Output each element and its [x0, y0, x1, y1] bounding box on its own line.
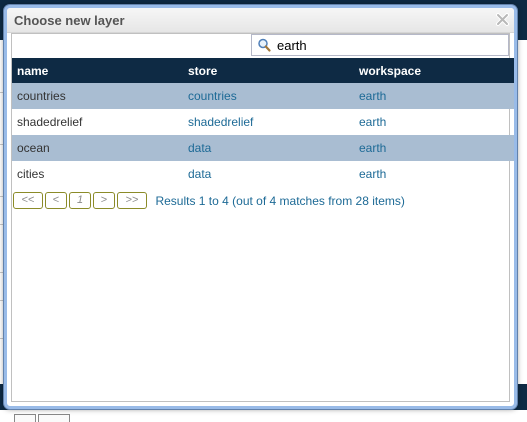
results-summary: Results 1 to 4 (out of 4 matches from 28… — [155, 193, 405, 208]
dialog-title: Choose new layer — [14, 13, 125, 28]
store-link[interactable]: data — [183, 135, 354, 161]
layer-name-cell: shadedrelief — [17, 115, 83, 129]
store-link[interactable]: countries — [183, 83, 354, 109]
store-link[interactable]: shadedrelief — [183, 109, 354, 135]
workspace-link[interactable]: earth — [354, 109, 514, 135]
close-icon[interactable] — [494, 11, 511, 28]
workspace-link[interactable]: earth — [354, 161, 514, 187]
table-row[interactable]: countries countries earth — [12, 83, 514, 109]
workspace-link[interactable]: earth — [354, 135, 514, 161]
column-header-name[interactable]: name — [12, 58, 183, 83]
choose-layer-dialog: Choose new layer name store — [4, 5, 517, 409]
layer-name-cell: countries — [12, 83, 183, 109]
first-page-button[interactable]: << — [13, 192, 43, 210]
table-row[interactable]: shadedrelief shadedrelief earth — [12, 109, 514, 135]
background-button — [38, 414, 70, 422]
table-row[interactable]: cities data earth — [12, 161, 514, 187]
table-header-row: name store workspace — [12, 58, 514, 83]
previous-page-button[interactable]: < — [45, 192, 67, 210]
column-header-workspace[interactable]: workspace — [354, 58, 514, 83]
table-row[interactable]: ocean data earth — [12, 135, 514, 161]
layer-table: name store workspace countries countries… — [12, 58, 514, 187]
pager: << <1 > >> Results 1 to 4 (out of 4 matches… — [12, 192, 405, 214]
next-page-button[interactable]: > — [93, 192, 115, 210]
background-button — [14, 414, 36, 422]
dialog-titlebar[interactable]: Choose new layer — [7, 8, 514, 33]
dialog-content: name store workspace countries countries… — [11, 33, 514, 402]
workspace-link[interactable]: earth — [354, 83, 514, 109]
current-page-button[interactable]: 1 — [69, 192, 91, 210]
search-box[interactable] — [251, 34, 509, 56]
last-page-button[interactable]: >> — [117, 192, 147, 210]
column-header-store[interactable]: store — [183, 58, 354, 83]
search-icon — [258, 38, 271, 52]
search-input[interactable] — [277, 37, 497, 53]
layer-name-cell: cities — [17, 167, 45, 181]
store-link[interactable]: data — [183, 161, 354, 187]
layer-name-cell: ocean — [12, 135, 183, 161]
